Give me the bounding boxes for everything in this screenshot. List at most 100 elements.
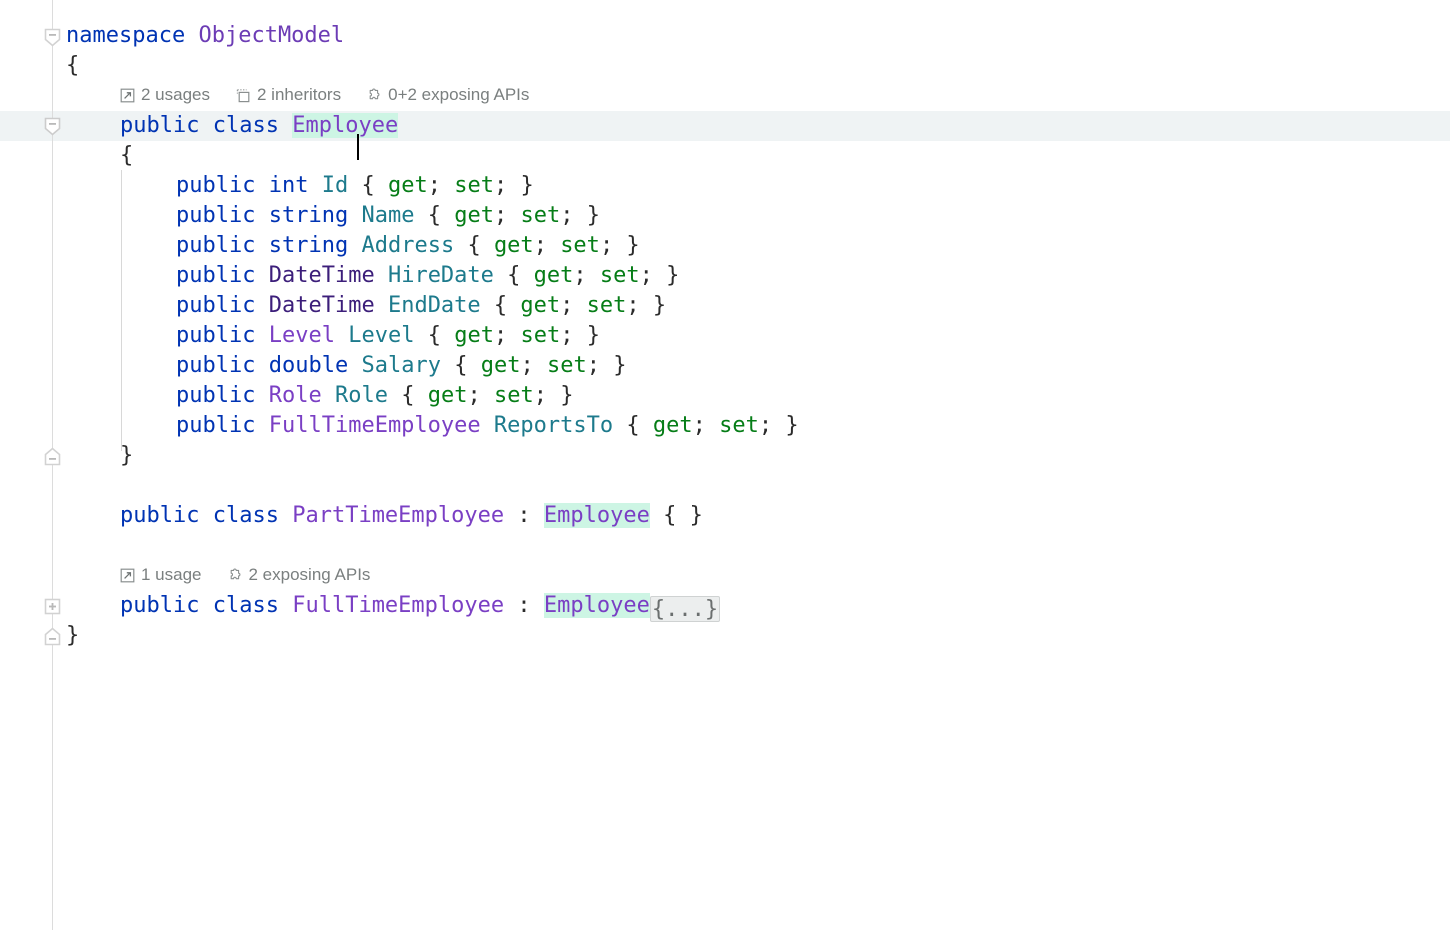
keyword-int: int [269,173,309,198]
semicolon: ; [759,413,772,438]
hint-label: 2 exposing APIs [249,562,371,588]
space [279,503,292,528]
code-line-7[interactable]: public string Name { get; set; } [176,201,600,231]
code-line-9[interactable]: public DateTime HireDate { get; set; } [176,261,679,291]
code-line-4[interactable]: public class Employee [120,111,398,141]
accessor-get: get [454,203,494,228]
hint-label: 0+2 exposing APIs [388,82,529,108]
class-name-parttimeemployee: PartTimeEmployee [292,503,504,528]
accessor-block-close: } [573,323,600,348]
keyword-string: string [269,203,348,228]
accessor-set: set [719,413,759,438]
code-line-20[interactable]: } [66,621,79,651]
accessor-block-open: { [401,383,428,408]
code-line-12[interactable]: public double Salary { get; set; } [176,351,626,381]
semicolon: ; [494,173,507,198]
accessor-block-open: { [428,323,455,348]
property-name-level: Level [348,323,414,348]
hint-exposing-apis-fulltimeemployee[interactable]: 2 exposing APIs [228,562,371,588]
space [348,353,361,378]
keyword-public: public [176,323,255,348]
base-type-employee: Employee [544,503,650,528]
space [650,503,663,528]
space [255,233,268,258]
semicolon: ; [626,293,639,318]
code-line-11[interactable]: public Level Level { get; set; } [176,321,600,351]
space [613,413,626,438]
semicolon: ; [428,173,441,198]
semicolon: ; [587,353,600,378]
code-line-19[interactable]: public class FullTimeEmployee : Employee… [120,591,720,621]
space [534,353,547,378]
code-line-17[interactable]: public class PartTimeEmployee : Employee… [120,501,703,531]
hint-label: 1 usage [141,562,202,588]
type-role: Role [269,383,322,408]
code-line-2[interactable]: { [66,51,79,81]
accessor-block-open: { [467,233,494,258]
empty-block: { } [663,503,703,528]
space [481,413,494,438]
semicolon: ; [693,413,706,438]
code-line-8[interactable]: public string Address { get; set; } [176,231,640,261]
accessor-block-open: { [428,203,455,228]
space [348,233,361,258]
space [481,383,494,408]
accessor-get: get [520,293,560,318]
accessor-block-open: { [626,413,653,438]
space [279,593,292,618]
accessor-block-open: { [494,293,521,318]
space [255,323,268,348]
space [454,233,467,258]
accessor-block-open: { [507,263,534,288]
inheritors-icon [236,88,251,103]
space [414,323,427,348]
accessor-block-close: } [573,203,600,228]
code-editor[interactable]: 2 usages 2 inheritors 0+2 exposing APIs [0,0,1450,930]
class-name-employee-part1: Emplo [292,113,358,138]
hint-usages-fulltimeemployee[interactable]: 1 usage [120,562,202,588]
code-line-13[interactable]: public Role Role { get; set; } [176,381,573,411]
code-line-6[interactable]: public int Id { get; set; } [176,171,534,201]
space [531,593,544,618]
keyword-public: public [176,173,255,198]
space [199,503,212,528]
colon: : [517,503,530,528]
namespace-name: ObjectModel [198,23,344,48]
space [255,263,268,288]
semicolon: ; [560,293,573,318]
accessor-get: get [481,353,521,378]
hint-label: 2 usages [141,82,210,108]
space [335,323,348,348]
keyword-public: public [176,293,255,318]
accessor-set: set [520,323,560,348]
space [547,233,560,258]
code-line-15[interactable]: } [120,441,133,471]
class-name-employee-part2: yee [358,113,398,138]
type-level: Level [269,323,335,348]
keyword-namespace: namespace [66,23,185,48]
collapsed-block-placeholder[interactable]: {...} [650,596,720,622]
accessor-block-close: } [600,353,627,378]
code-line-1[interactable]: namespace ObjectModel [66,21,344,51]
accessor-get: get [494,233,534,258]
accessor-block-close: } [640,293,667,318]
space [481,293,494,318]
semicolon: ; [600,233,613,258]
code-line-10[interactable]: public DateTime EndDate { get; set; } [176,291,666,321]
space [255,173,268,198]
keyword-public: public [176,413,255,438]
hint-row-fulltimeemployee: 1 usage 2 exposing APIs [120,562,370,588]
hint-usages-employee[interactable]: 2 usages [120,82,210,108]
accessor-get: get [653,413,693,438]
type-datetime: DateTime [269,293,375,318]
code-text-layer[interactable]: namespace ObjectModel { public class Emp… [0,0,1450,930]
accessor-get: get [454,323,494,348]
type-fulltimeemployee: FullTimeEmployee [269,413,481,438]
hint-inheritors-employee[interactable]: 2 inheritors [236,82,341,108]
code-line-5[interactable]: { [120,141,133,171]
code-line-14[interactable]: public FullTimeEmployee ReportsTo { get;… [176,411,799,441]
space [375,293,388,318]
semicolon: ; [520,353,533,378]
hint-exposing-apis-employee[interactable]: 0+2 exposing APIs [367,82,529,108]
space [322,383,335,408]
